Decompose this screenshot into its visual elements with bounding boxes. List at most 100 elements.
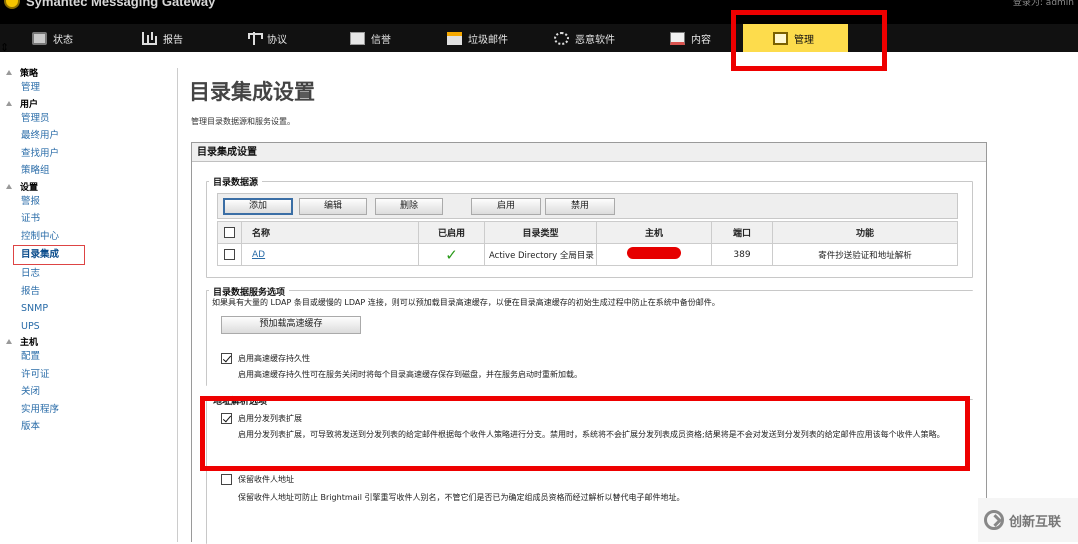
- brand-name: Symantec Messaging Gateway: [26, 0, 216, 9]
- sidebar-item-licenses[interactable]: 许可证: [0, 366, 176, 384]
- sidebar-item-end-users[interactable]: 最终用户: [0, 127, 176, 145]
- select-all-checkbox[interactable]: [224, 227, 235, 238]
- annotation-box-admin-tab: [731, 10, 887, 71]
- type-cell: Active Directory 全局目录: [484, 243, 597, 266]
- edit-button[interactable]: 编辑: [299, 197, 367, 215]
- page-description: 管理目录数据源和服务设置。: [191, 117, 295, 126]
- collapse-icon: [6, 339, 12, 344]
- sidebar-group-hosts[interactable]: 主机: [0, 335, 176, 348]
- service-description: 如果具有大量的 LDAP 条目或缓慢的 LDAP 连接，则可以预加载目录高速缓存…: [212, 298, 720, 307]
- sidebar-item-find-users[interactable]: 查找用户: [0, 145, 176, 163]
- collapse-icon: [6, 70, 12, 75]
- nav-status[interactable]: 状态: [32, 24, 73, 52]
- delete-button[interactable]: 删除: [375, 197, 443, 215]
- sidebar-item-utilities[interactable]: 实用程序: [0, 401, 176, 419]
- service-fieldset: 目录数据服务选项 如果具有大量的 LDAP 条目或缓慢的 LDAP 连接，则可以…: [206, 285, 973, 386]
- collapse-icon: [6, 183, 12, 189]
- sidebar-item-reports[interactable]: 报告: [0, 283, 176, 301]
- protocol-icon: [246, 31, 263, 45]
- name-cell: AD: [241, 243, 419, 266]
- datasources-table: 名称 已启用 目录类型 主机 端口 功能 AD ✓ Active Directo…: [217, 221, 958, 266]
- user-info: 登录为: admin: [1012, 0, 1074, 8]
- watermark-text: 创新互联: [1009, 514, 1062, 530]
- watermark: 创新互联: [978, 498, 1078, 542]
- group-title: 主机: [20, 338, 39, 348]
- mouse-cursor-icon: ⇕: [0, 41, 10, 54]
- watermark-logo-icon: [984, 510, 1004, 530]
- sidebar-group-policy[interactable]: 策略: [0, 66, 176, 79]
- sidebar-item-shutdown[interactable]: 关闭: [0, 383, 176, 401]
- enable-button[interactable]: 启用: [471, 197, 541, 215]
- nav-label: 恶意软件: [575, 34, 615, 46]
- table-row[interactable]: AD ✓ Active Directory 全局目录 389 寄件抄送验证和地址…: [217, 243, 958, 266]
- nav-protocols[interactable]: 协议: [246, 24, 287, 52]
- nav-reputation[interactable]: 信誉: [350, 24, 391, 52]
- datasources-legend: 目录数据源: [209, 175, 263, 188]
- sidebar-item-alerts[interactable]: 警报: [0, 193, 176, 211]
- nav-content[interactable]: 内容: [670, 24, 711, 52]
- add-button[interactable]: 添加: [223, 197, 293, 215]
- group-title: 策略: [20, 69, 39, 79]
- malware-icon: [554, 31, 569, 45]
- datasource-name-link[interactable]: AD: [252, 250, 265, 260]
- sidebar-item-control-center[interactable]: 控制中心: [0, 228, 176, 246]
- page-title: 目录集成设置: [189, 79, 315, 104]
- sidebar-group-users[interactable]: 用户: [0, 97, 176, 110]
- group-title: 设置: [20, 182, 39, 193]
- enabled-cell: ✓: [418, 243, 485, 266]
- preserve-help: 保留收件人地址可防止 Brightmail 引擎重写收件人别名，不管它们是否已为…: [238, 493, 685, 502]
- content-icon: [670, 31, 685, 45]
- sidebar-item-policy-manage[interactable]: 管理: [0, 79, 176, 97]
- nav-malware[interactable]: 恶意软件: [554, 24, 615, 52]
- nav-label: 协议: [267, 34, 287, 46]
- row-checkbox[interactable]: [224, 249, 235, 260]
- select-all-cell: [217, 221, 242, 244]
- row-select-cell: [217, 243, 242, 266]
- sidebar: 策略 管理 用户 管理员 最终用户 查找用户 策略组 设置 警报 证书 控制中心…: [0, 66, 176, 436]
- symantec-logo-icon: [4, 0, 20, 9]
- sidebar-item-configuration[interactable]: 配置: [0, 348, 176, 366]
- preload-cache-button[interactable]: 预加载高速缓存: [221, 316, 361, 334]
- nav-label: 报告: [163, 34, 183, 46]
- preserve-option: 保留收件人地址: [221, 474, 294, 485]
- col-name[interactable]: 名称: [241, 221, 419, 244]
- sidebar-item-policy-groups[interactable]: 策略组: [0, 162, 176, 180]
- collapse-icon: [6, 100, 12, 106]
- spam-icon: [447, 31, 462, 45]
- host-cell: [596, 243, 712, 266]
- nav-label: 信誉: [371, 34, 391, 46]
- panel-title: 目录集成设置: [192, 143, 986, 162]
- nav-label: 状态: [53, 34, 73, 46]
- sidebar-item-certificates[interactable]: 证书: [0, 210, 176, 228]
- port-cell: 389: [711, 243, 773, 266]
- sidebar-item-version[interactable]: 版本: [0, 418, 176, 436]
- top-bar: Symantec Messaging Gateway 登录为: admin 状态…: [0, 0, 1078, 52]
- persist-checkbox[interactable]: [221, 353, 232, 364]
- report-chart-icon: [142, 31, 157, 45]
- sidebar-item-snmp[interactable]: SNMP: [0, 300, 176, 318]
- sidebar-item-administrators[interactable]: 管理员: [0, 110, 176, 128]
- col-function[interactable]: 功能: [772, 221, 958, 244]
- nav-label: 垃圾邮件: [468, 34, 508, 46]
- enabled-check-icon: ✓: [445, 245, 458, 264]
- sidebar-group-settings[interactable]: 设置: [0, 180, 176, 193]
- sidebar-item-logs[interactable]: 日志: [0, 265, 176, 283]
- nav-spam[interactable]: 垃圾邮件: [447, 24, 508, 52]
- datasources-toolbar: 添加 编辑 删除 启用 禁用: [217, 193, 958, 219]
- sidebar-item-directory-integration[interactable]: 目录集成: [13, 245, 85, 265]
- persist-option: 启用高速缓存持久性: [221, 353, 310, 364]
- persist-label: 启用高速缓存持久性: [238, 354, 310, 363]
- col-host[interactable]: 主机: [596, 221, 712, 244]
- preserve-checkbox[interactable]: [221, 474, 232, 485]
- col-type[interactable]: 目录类型: [484, 221, 597, 244]
- annotation-box-address-options: [200, 396, 970, 471]
- preserve-label: 保留收件人地址: [238, 475, 294, 484]
- status-icon: [32, 31, 47, 45]
- host-redaction-mark: [627, 247, 681, 259]
- sidebar-item-ups[interactable]: UPS: [0, 318, 176, 336]
- col-port[interactable]: 端口: [711, 221, 773, 244]
- col-enabled[interactable]: 已启用: [418, 221, 485, 244]
- disable-button[interactable]: 禁用: [545, 197, 615, 215]
- nav-reports[interactable]: 报告: [142, 24, 183, 52]
- datasources-fieldset: 目录数据源 添加 编辑 删除 启用 禁用 名称 已启用 目录类型 主机 端口 功…: [206, 175, 973, 278]
